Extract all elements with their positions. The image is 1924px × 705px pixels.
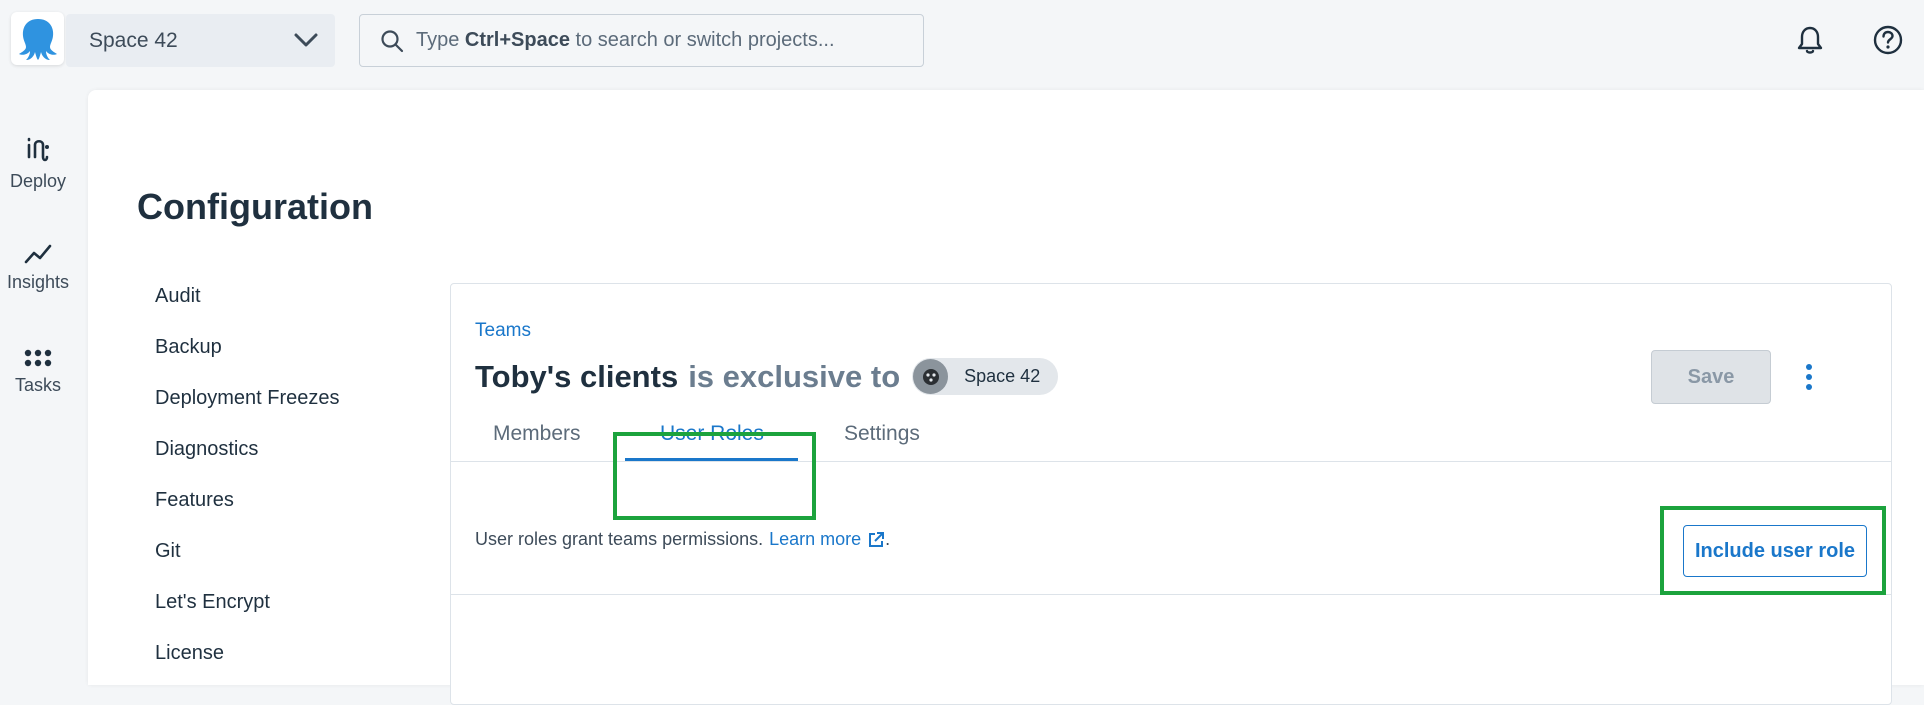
- bell-icon: [1797, 26, 1823, 54]
- octopus-logo-icon: [18, 18, 57, 60]
- learn-more-link[interactable]: Learn more: [769, 529, 885, 550]
- main-panel: Configuration Audit Backup Deployment Fr…: [88, 90, 1924, 705]
- help-icon: [1873, 25, 1903, 55]
- space-chip-label: Space 42: [964, 366, 1041, 386]
- config-item-deployment-freezes[interactable]: Deployment Freezes: [155, 387, 340, 410]
- description-period: .: [885, 529, 891, 549]
- tasks-icon: [0, 347, 76, 369]
- config-item-lets-encrypt[interactable]: Let's Encrypt: [155, 591, 270, 614]
- breadcrumb-teams[interactable]: Teams: [475, 320, 531, 342]
- notifications-button[interactable]: [1790, 20, 1830, 60]
- space-name: Space 42: [89, 28, 178, 52]
- config-item-features[interactable]: Features: [155, 489, 234, 512]
- space-chip: Space 42: [912, 358, 1059, 395]
- chevron-down-icon: [293, 30, 319, 55]
- external-link-icon: [869, 531, 885, 547]
- learn-more-label: Learn more: [769, 529, 862, 549]
- team-name: Toby's clients: [475, 358, 679, 394]
- nav-deploy-label: Deploy: [9, 171, 67, 191]
- user-roles-description: User roles grant teams permissions. Lear…: [475, 529, 890, 550]
- include-user-role-button[interactable]: Include user role: [1683, 525, 1867, 577]
- nav-insights[interactable]: Insights: [0, 242, 76, 293]
- nav-insights-label: Insights: [6, 272, 70, 292]
- insights-icon: [0, 242, 76, 266]
- active-tab-indicator: [625, 458, 798, 461]
- team-tabs: Members User Roles Settings: [451, 414, 1891, 462]
- help-button[interactable]: [1868, 20, 1908, 60]
- search-placeholder: Type Ctrl+Space to search or switch proj…: [416, 29, 835, 51]
- space-avatar-icon: [913, 359, 949, 394]
- config-item-audit[interactable]: Audit: [155, 285, 201, 308]
- config-item-git[interactable]: Git: [155, 540, 181, 563]
- save-button[interactable]: Save: [1651, 350, 1771, 404]
- space-switcher[interactable]: Space 42: [66, 14, 335, 67]
- page-title: Configuration: [137, 186, 373, 227]
- description-text: User roles grant teams permissions.: [475, 529, 764, 549]
- exclusive-label: is exclusive to: [688, 358, 901, 394]
- team-title: Toby's clients is exclusive to Space 42: [475, 358, 1059, 395]
- search-icon: [380, 29, 404, 53]
- tab-settings[interactable]: Settings: [844, 422, 920, 446]
- team-card: Teams Toby's clients is exclusive to Spa…: [450, 283, 1892, 705]
- top-bar: Space 42 Type Ctrl+Space to search or sw…: [0, 0, 1924, 82]
- nav-deploy[interactable]: Deploy: [0, 135, 76, 192]
- config-item-backup[interactable]: Backup: [155, 336, 222, 359]
- config-item-license[interactable]: License: [155, 642, 224, 665]
- deploy-icon: [0, 135, 76, 165]
- nav-tasks[interactable]: Tasks: [0, 347, 76, 396]
- more-vertical-icon: [1806, 364, 1812, 390]
- more-options-button[interactable]: [1787, 354, 1831, 400]
- octopus-logo[interactable]: [11, 12, 64, 65]
- tab-members[interactable]: Members: [493, 422, 581, 446]
- config-item-diagnostics[interactable]: Diagnostics: [155, 438, 258, 461]
- nav-tasks-label: Tasks: [14, 375, 61, 395]
- tab-user-roles[interactable]: User Roles: [660, 422, 764, 446]
- search-input[interactable]: Type Ctrl+Space to search or switch proj…: [359, 14, 924, 67]
- section-divider: [451, 594, 1891, 595]
